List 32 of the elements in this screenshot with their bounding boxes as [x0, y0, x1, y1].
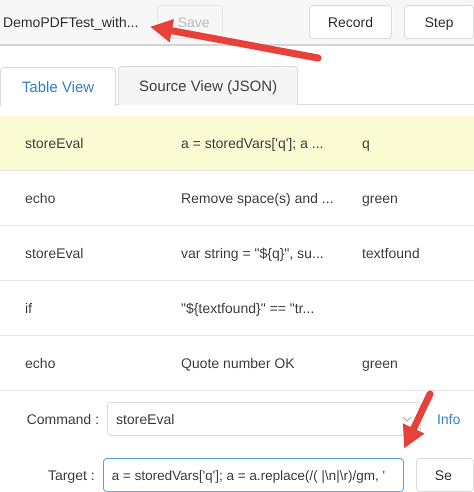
- value-cell-text: q: [362, 135, 371, 151]
- table-row[interactable]: echo Quote number OK green: [0, 336, 474, 391]
- value-cell-text: green: [362, 190, 399, 206]
- tab[interactable]: Source View (JSON): [118, 66, 298, 105]
- command-dropdown[interactable]: storeEval: [107, 402, 421, 436]
- value-cell-text: green: [362, 355, 399, 371]
- command-cell-text: storeEval: [25, 135, 84, 151]
- tab[interactable]: Table View: [0, 67, 116, 106]
- target-cell-text: "${textfound}" == "tr...: [181, 300, 316, 316]
- arrow-drawing: [402, 390, 434, 448]
- value-cell-text: textfound: [362, 245, 421, 261]
- select-button[interactable]: Se: [416, 458, 474, 492]
- toolbar-button[interactable]: Record: [308, 5, 392, 39]
- command-cell-text: echo: [25, 190, 56, 206]
- target-cell-text: a = storedVars['q']; a ...: [181, 135, 324, 151]
- chevron-icon: [402, 416, 412, 422]
- target-cell-text: Remove space(s) and ...: [181, 190, 335, 206]
- target-input[interactable]: a = storedVars['q']; a = a.replace(/( |\n|\r)/gm, ': [102, 458, 404, 492]
- field-label: Command :: [26, 411, 100, 427]
- target-cell-text: Quote number OK: [181, 355, 296, 371]
- command-cell-text: echo: [25, 355, 56, 371]
- table-row[interactable]: echo Remove space(s) and ... green: [0, 171, 474, 226]
- table-row[interactable]: storeEval var string = "${q}", su... textfound: [0, 226, 474, 281]
- table-row[interactable]: if "${textfound}" == "tr...: [0, 281, 474, 336]
- command-cell-text: if: [25, 300, 33, 316]
- field-label: Target :: [46, 467, 96, 483]
- target-cell-text: var string = "${q}", su...: [181, 245, 325, 261]
- file-name: DemoPDFTest_with...: [3, 14, 140, 30]
- table-row[interactable]: storeEval a = storedVars['q']; a ... q: [0, 116, 474, 171]
- info-link[interactable]: Info: [437, 411, 460, 427]
- command-cell-text: storeEval: [25, 245, 84, 261]
- toolbar-button[interactable]: Step: [404, 5, 474, 39]
